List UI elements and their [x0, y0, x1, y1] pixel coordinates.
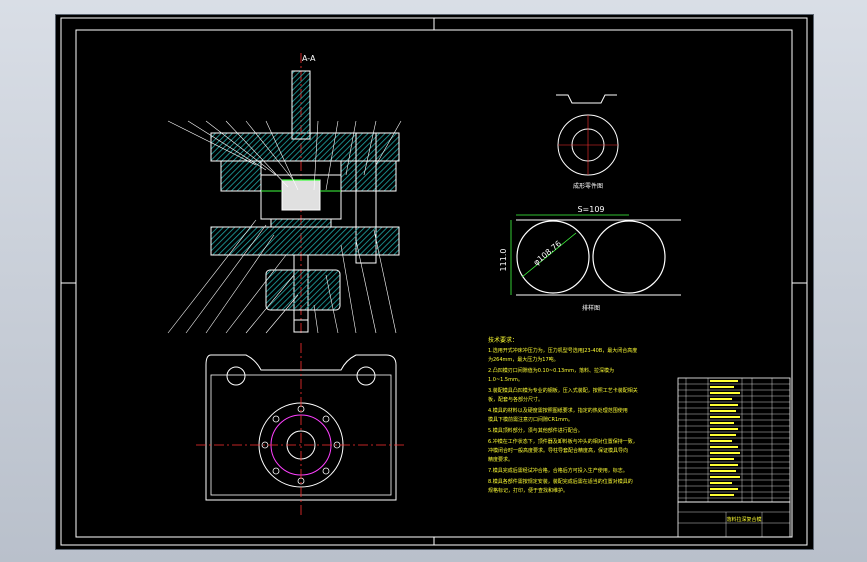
outer-frame [60, 17, 808, 546]
tech-req-line: 4.模具的材料以及硬度需按照图纸要求，指定的热处理范围使用 [488, 407, 628, 414]
title-block: 落料拉深复合模 [677, 501, 791, 538]
die-shank [291, 70, 311, 140]
tech-req-line: 板，配套与各部分尺寸。 [488, 396, 543, 403]
stripper-right [340, 160, 397, 192]
blank-view-caption: 成形零件图 [573, 182, 603, 190]
tech-req-line: 8.模具各部件需按规定安装，装配完成后需在适当的位置对模具的 [488, 478, 633, 485]
tech-req-line: 3.装配模具凸凹模为专业的钢板，压入式装配，按照工艺卡装配相关 [488, 387, 638, 394]
tech-req-line: 冲模闭合时一般高度要求。导柱导套配合精度高，保证模具导向 [488, 447, 628, 454]
guide-hole-right [356, 366, 376, 386]
lower-die-plate [210, 226, 400, 256]
drawing-name: 落料拉深复合模 [726, 516, 761, 523]
cad-viewport[interactable]: A-A 成形零件图 S=109 111.0 φ108.76 排样图 技术要求： … [55, 14, 814, 550]
parts-list-frame [677, 377, 791, 503]
width-label: 111.0 [499, 249, 508, 272]
parts-list-grid [678, 378, 790, 502]
tech-req-line: 模具下模前需注意刃口间隙CR1mm。 [488, 416, 573, 423]
tech-req-line: 6.冲模在工作状态下，顶件器及卸料板与冲头的相对位置保持一致， [488, 438, 638, 445]
tech-req-line: 精度要求。 [488, 456, 513, 463]
blank-view: 成形零件图 [556, 94, 619, 190]
section-view: A-A [167, 53, 402, 335]
die-insert [270, 218, 332, 228]
tech-req-line: 7.模具完成后需经试冲合格，合格后方可投入生产使用，标志。 [488, 467, 628, 474]
part-profile [556, 94, 617, 104]
tech-req-line: 1.0~1.5mm。 [488, 377, 523, 383]
tech-req-line: 2.凸凹模刃口间隙值为0.10~0.13mm，落料、拉深模为 [488, 367, 614, 374]
stripper-left [220, 160, 262, 192]
tech-req-line: 1.选用开式冲床冲压力为，压力机型号选用J23-40B，最大闭合高度 [488, 347, 637, 354]
mold-assembly-drawing: A-A 成形零件图 S=109 111.0 φ108.76 排样图 技术要求： … [60, 17, 808, 546]
section-label: A-A [302, 54, 316, 63]
blank-circle-1 [516, 220, 590, 294]
diameter-label: φ108.76 [532, 239, 563, 267]
tech-req-line: 规格标记，打印，便于查找和维护。 [488, 487, 568, 494]
strip-layout: S=109 111.0 φ108.76 排样图 [499, 205, 681, 312]
tech-req-title: 技术要求： [488, 336, 518, 344]
blank-circle-2 [592, 220, 666, 294]
plan-view [196, 343, 406, 515]
guide-hole-left [226, 366, 246, 386]
tech-req-line: 为264mm，最大压力为17吨。 [488, 356, 559, 363]
parts-list [677, 377, 791, 503]
tech-req-line: 5.模具顶料部分，须与其他部件进行配合。 [488, 427, 583, 434]
inner-frame [75, 29, 793, 538]
technical-requirements: 技术要求： 1.选用开式冲床冲压力为，压力机型号选用J23-40B，最大闭合高度… [488, 336, 638, 494]
strip-caption: 排样图 [582, 304, 600, 312]
pitch-label: S=109 [577, 205, 604, 214]
